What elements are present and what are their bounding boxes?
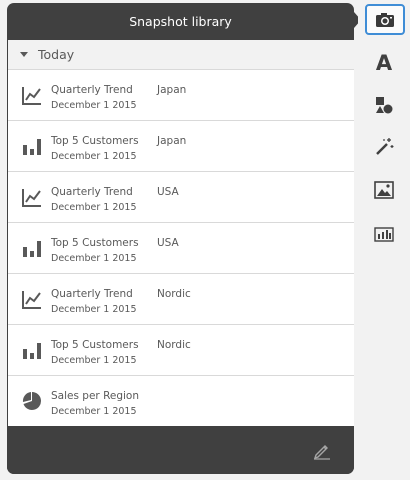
snapshot-filter: Nordic — [157, 288, 191, 300]
snapshot-date: December 1 2015 — [51, 355, 137, 366]
bar-chart-icon — [23, 343, 41, 359]
snapshot-filter: Japan — [157, 84, 187, 96]
snapshot-filter: USA — [157, 237, 179, 249]
snapshot-item[interactable]: Quarterly Trend December 1 2015 USA — [8, 172, 354, 223]
text-icon: A — [375, 51, 393, 75]
magic-wand-button[interactable] — [365, 131, 403, 163]
bar-chart-icon — [23, 241, 41, 257]
snapshot-date: December 1 2015 — [51, 253, 137, 264]
snapshot-button[interactable] — [365, 4, 405, 35]
snapshot-item[interactable]: Top 5 Customers December 1 2015 USA — [8, 223, 354, 274]
text-button[interactable]: A — [365, 47, 403, 79]
panel-footer — [7, 426, 354, 474]
line-chart-icon — [22, 189, 41, 207]
line-chart-icon — [22, 291, 41, 309]
group-header-today[interactable]: Today — [8, 40, 354, 70]
image-icon — [374, 181, 394, 199]
snapshot-date: December 1 2015 — [51, 406, 137, 417]
pencil-icon[interactable] — [312, 440, 332, 460]
snapshot-filter: Japan — [157, 135, 187, 147]
snapshot-filter: USA — [157, 186, 179, 198]
snapshot-title: Top 5 Customers — [51, 135, 139, 147]
snapshot-list: Today Quarterly Trend December 1 2015 Ja… — [8, 40, 354, 427]
snapshot-date: December 1 2015 — [51, 202, 137, 213]
pie-chart-icon — [22, 392, 41, 410]
caret-down-icon — [20, 52, 28, 57]
snapshot-filter: Nordic — [157, 339, 191, 351]
camera-icon — [376, 12, 394, 27]
snapshot-title: Top 5 Customers — [51, 339, 139, 351]
snapshot-title: Quarterly Trend — [51, 84, 133, 96]
panel-title: Snapshot library — [129, 14, 232, 29]
chart-object-icon — [374, 227, 394, 242]
snapshot-item[interactable]: Sales per Region December 1 2015 — [8, 376, 354, 427]
snapshot-item[interactable]: Quarterly Trend December 1 2015 Nordic — [8, 274, 354, 325]
snapshot-title: Sales per Region — [51, 390, 140, 402]
bar-chart-icon — [23, 139, 41, 155]
object-toolbar: A — [358, 0, 410, 480]
group-label: Today — [38, 47, 75, 62]
snapshot-title: Top 5 Customers — [51, 237, 139, 249]
snapshot-item[interactable]: Quarterly Trend December 1 2015 Japan — [8, 70, 354, 121]
shapes-button[interactable] — [365, 89, 403, 121]
snapshot-library-panel: Snapshot library Today Quarterly Trend D… — [7, 3, 354, 474]
snapshot-item[interactable]: Top 5 Customers December 1 2015 Nordic — [8, 325, 354, 376]
snapshot-date: December 1 2015 — [51, 151, 137, 162]
snapshot-date: December 1 2015 — [51, 100, 137, 111]
snapshot-title: Quarterly Trend — [51, 288, 133, 300]
image-button[interactable] — [365, 174, 403, 206]
snapshot-item[interactable]: Top 5 Customers December 1 2015 Japan — [8, 121, 354, 172]
line-chart-icon — [22, 87, 41, 105]
magic-wand-icon — [376, 138, 394, 155]
shapes-icon — [376, 97, 393, 114]
snapshot-date: December 1 2015 — [51, 304, 137, 315]
chart-object-button[interactable] — [365, 218, 403, 250]
snapshot-title: Quarterly Trend — [51, 186, 133, 198]
